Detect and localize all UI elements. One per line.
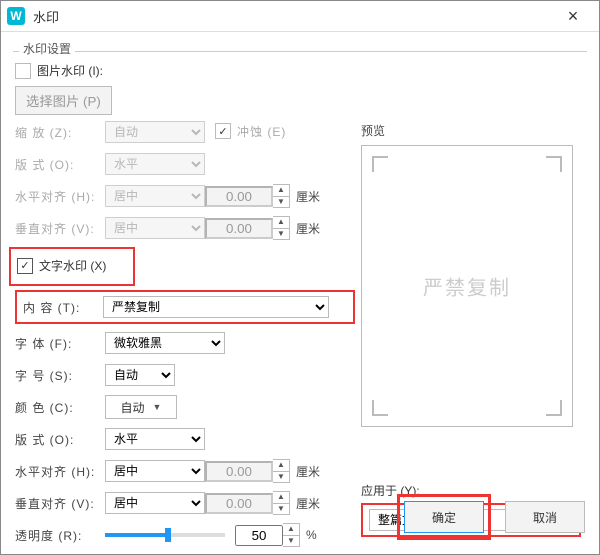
size-select[interactable]: 自动	[105, 364, 175, 386]
erode-checkbox[interactable]: ✓ 冲蚀 (E)	[215, 123, 286, 140]
spinner-icon[interactable]: ▲▼	[273, 491, 290, 515]
size-label: 字 号 (S):	[15, 367, 105, 384]
unit-label: 厘米	[296, 188, 320, 205]
ok-button[interactable]: 确定	[404, 501, 484, 533]
text-watermark-label: 文字水印 (X)	[39, 257, 106, 274]
spinner-icon[interactable]: ▲▼	[283, 523, 300, 547]
text-watermark-checkbox[interactable]: ✓ 文字水印 (X)	[17, 257, 127, 274]
divider	[13, 51, 587, 52]
highlight-ok: 确定	[397, 494, 491, 540]
image-watermark-checkbox[interactable]: 图片水印 (I):	[15, 62, 355, 79]
crop-corner-icon	[546, 156, 562, 172]
chevron-down-icon: ▼	[153, 402, 162, 412]
color-select[interactable]: 自动▼	[105, 395, 177, 419]
unit-label: 厘米	[296, 220, 320, 237]
highlight-text-checkbox: ✓ 文字水印 (X)	[9, 247, 135, 286]
crop-corner-icon	[546, 400, 562, 416]
image-halign-label: 水平对齐 (H):	[15, 188, 105, 205]
preview-label: 预览	[361, 122, 581, 139]
checkbox-icon	[15, 63, 31, 79]
app-icon: W	[7, 7, 25, 25]
text-halign-label: 水平对齐 (H):	[15, 463, 105, 480]
image-layout-select[interactable]: 水平	[105, 153, 205, 175]
text-layout-label: 版 式 (O):	[15, 431, 105, 448]
spinner-icon[interactable]: ▲▼	[273, 184, 290, 208]
watermark-dialog: W 水印 × 水印设置 图片水印 (I): 选择图片 (P) 缩 放 (Z): …	[0, 0, 600, 555]
text-valign-select[interactable]: 居中	[105, 492, 205, 514]
section-title: 水印设置	[19, 40, 75, 57]
scale-label: 缩 放 (Z):	[15, 124, 105, 141]
unit-label: 厘米	[296, 495, 320, 512]
text-halign-select[interactable]: 居中	[105, 460, 205, 482]
checkbox-icon: ✓	[215, 123, 231, 139]
cancel-button[interactable]: 取消	[505, 501, 585, 533]
spinner-icon[interactable]: ▲▼	[273, 216, 290, 240]
opacity-label: 透明度 (R):	[15, 527, 105, 544]
text-layout-select[interactable]: 水平	[105, 428, 205, 450]
close-icon[interactable]: ×	[553, 6, 593, 27]
window-title: 水印	[33, 7, 553, 26]
dialog-actions: 确定 取消	[397, 494, 585, 540]
image-layout-label: 版 式 (O):	[15, 156, 105, 173]
image-watermark-label: 图片水印 (I):	[37, 62, 103, 79]
left-panel: 图片水印 (I): 选择图片 (P) 缩 放 (Z): 自动 ✓ 冲蚀 (E) 版…	[15, 58, 355, 552]
spinner-icon[interactable]: ▲▼	[273, 459, 290, 483]
image-valign-label: 垂直对齐 (V):	[15, 220, 105, 237]
preview-panel: 预览 严禁复制	[361, 122, 581, 427]
color-label: 颜 色 (C):	[15, 399, 105, 416]
checkbox-icon: ✓	[17, 258, 33, 274]
opacity-unit: %	[306, 528, 317, 542]
content-select[interactable]: 严禁复制	[103, 296, 329, 318]
image-valign-select[interactable]: 居中	[105, 217, 205, 239]
crop-corner-icon	[372, 400, 388, 416]
image-halign-select[interactable]: 居中	[105, 185, 205, 207]
scale-select[interactable]: 自动	[105, 121, 205, 143]
opacity-value[interactable]	[235, 525, 283, 546]
preview-box: 严禁复制	[361, 145, 573, 427]
content-label: 内 容 (T):	[23, 299, 103, 316]
preview-watermark-text: 严禁复制	[423, 272, 511, 301]
image-halign-num[interactable]	[205, 186, 273, 207]
text-valign-num[interactable]	[205, 493, 273, 514]
erode-label: 冲蚀 (E)	[237, 123, 286, 140]
highlight-content-row: 内 容 (T): 严禁复制	[15, 290, 355, 324]
font-label: 字 体 (F):	[15, 335, 105, 352]
crop-corner-icon	[372, 156, 388, 172]
image-valign-num[interactable]	[205, 218, 273, 239]
opacity-slider[interactable]	[105, 533, 225, 537]
choose-image-button[interactable]: 选择图片 (P)	[15, 86, 112, 115]
titlebar: W 水印 ×	[1, 1, 599, 32]
font-select[interactable]: 微软雅黑	[105, 332, 225, 354]
text-halign-num[interactable]	[205, 461, 273, 482]
dialog-body: 水印设置 图片水印 (I): 选择图片 (P) 缩 放 (Z): 自动 ✓ 冲蚀 …	[1, 32, 599, 554]
unit-label: 厘米	[296, 463, 320, 480]
text-valign-label: 垂直对齐 (V):	[15, 495, 105, 512]
